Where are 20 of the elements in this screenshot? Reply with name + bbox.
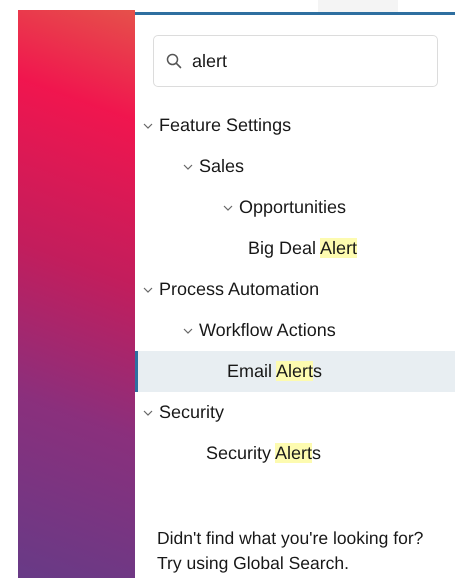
search-icon	[166, 53, 182, 69]
tree-item[interactable]: Opportunities	[239, 197, 346, 218]
tree-item[interactable]: Process Automation	[159, 279, 320, 300]
chevron-icon[interactable]	[143, 408, 153, 418]
tree-item[interactable]: Feature Settings	[159, 115, 292, 136]
tree-item[interactable]: Security	[159, 402, 224, 423]
chevron-icon[interactable]	[183, 326, 193, 336]
tree-item[interactable]: Sales	[199, 156, 244, 177]
chevron-icon[interactable]	[143, 284, 153, 294]
tree-item[interactable]: Security Alerts	[206, 443, 322, 464]
chevron-icon[interactable]	[223, 202, 233, 212]
search-field[interactable]: alert	[153, 35, 438, 87]
tree-item[interactable]: Workflow Actions	[199, 320, 336, 341]
chevron-icon[interactable]	[143, 120, 153, 130]
help-text: Try using Global Search.	[157, 552, 350, 575]
help-text: Didn't find what you're looking for?	[157, 527, 424, 550]
selection-bar	[135, 351, 138, 392]
chevron-icon[interactable]	[183, 162, 193, 172]
tree-item[interactable]: Big Deal Alert	[248, 238, 358, 259]
tree-item[interactable]: Email Alerts	[227, 361, 322, 382]
